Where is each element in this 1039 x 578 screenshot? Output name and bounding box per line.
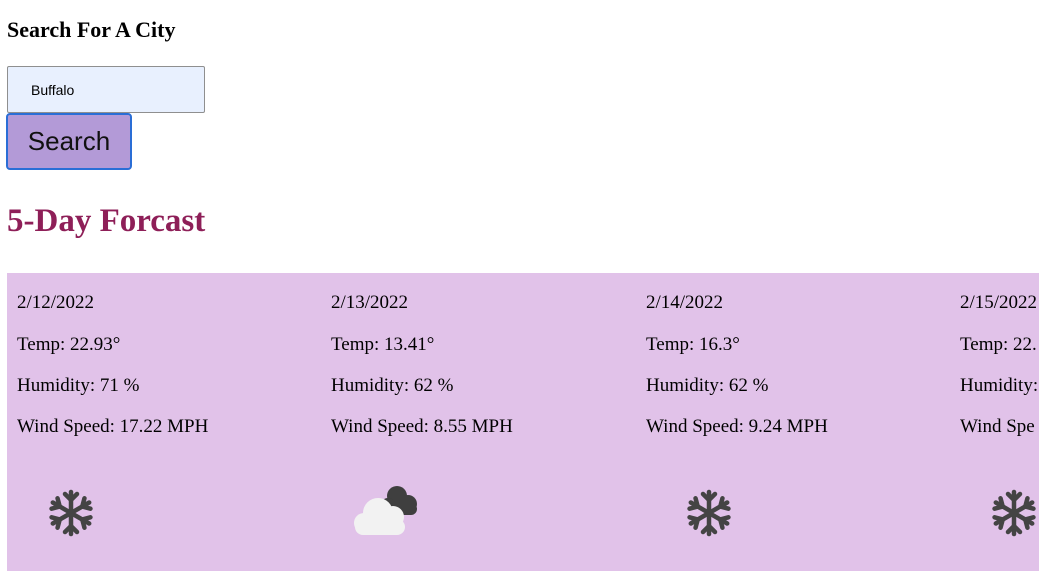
forecast-day-card: 2/13/2022 Temp: 13.41° Humidity: 62 % Wi… (321, 273, 621, 571)
forecast-temp: Temp: 13.41° (331, 334, 435, 355)
snow-icon (656, 479, 736, 539)
forecast-wind-speed: Wind Speed: 9.24 MPH (646, 416, 828, 437)
forecast-temp: Temp: 16.3° (646, 334, 740, 355)
forecast-heading: 5-Day Forcast (7, 203, 206, 239)
cloudy-icon (354, 486, 417, 535)
forecast-date: 2/15/2022 (960, 292, 1038, 313)
snow-icon (970, 479, 1039, 539)
weather-dashboard: Search For A City Search 5-Day Forcast 2… (0, 0, 1039, 578)
forecast-wind-speed: Wind Spe (960, 416, 1035, 437)
forecast-wind-speed: Wind Speed: 8.55 MPH (331, 416, 513, 437)
forecast-wind-speed: Wind Speed: 17.22 MPH (17, 416, 209, 437)
forecast-humidity: Humidity: (960, 375, 1039, 396)
forecast-temp: Temp: 22. (960, 334, 1037, 355)
forecast-humidity: Humidity: 71 % (17, 375, 140, 396)
forecast-day-card: 2/15/2022 Temp: 22. Humidity: Wind Spe (950, 273, 1039, 571)
forecast-temp: Temp: 22.93° (17, 334, 121, 355)
forecast-strip: 2/12/2022 Temp: 22.93° Humidity: 71 % Wi… (7, 273, 1039, 571)
search-button[interactable]: Search (6, 113, 132, 170)
search-heading: Search For A City (7, 17, 176, 42)
city-search-input[interactable] (7, 66, 205, 113)
forecast-day-card: 2/14/2022 Temp: 16.3° Humidity: 62 % Win… (636, 273, 936, 571)
forecast-day-card: 2/12/2022 Temp: 22.93° Humidity: 71 % Wi… (7, 273, 307, 571)
forecast-date: 2/14/2022 (646, 292, 724, 313)
snow-icon (27, 479, 107, 539)
forecast-humidity: Humidity: 62 % (646, 375, 769, 396)
forecast-date: 2/13/2022 (331, 292, 409, 313)
forecast-humidity: Humidity: 62 % (331, 375, 454, 396)
forecast-date: 2/12/2022 (17, 292, 95, 313)
